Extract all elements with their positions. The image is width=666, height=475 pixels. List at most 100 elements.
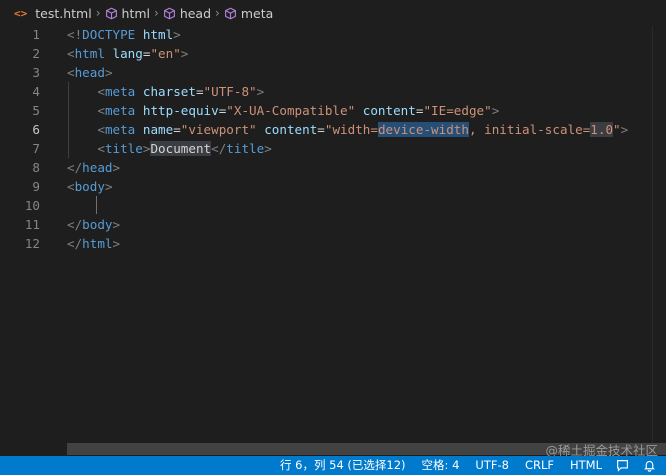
vertical-scrollbar[interactable] bbox=[652, 26, 666, 443]
chevron-right-icon: › bbox=[154, 6, 159, 20]
code-line[interactable]: </html> bbox=[67, 234, 647, 253]
token: Document bbox=[150, 141, 212, 156]
text-cursor bbox=[96, 196, 97, 214]
token: > bbox=[491, 103, 500, 118]
line-number: 3 bbox=[32, 65, 40, 80]
token: "IE=edge" bbox=[423, 103, 492, 118]
token: 1.0 bbox=[590, 122, 614, 137]
token: charset bbox=[135, 84, 196, 99]
code-line-empty[interactable] bbox=[67, 196, 647, 215]
code-line[interactable]: </head> bbox=[67, 158, 647, 177]
token: < bbox=[67, 179, 75, 194]
line-number: 4 bbox=[32, 84, 40, 99]
indent-guide bbox=[68, 82, 69, 158]
token: "width= bbox=[324, 122, 378, 137]
token: > bbox=[180, 46, 189, 61]
symbol-cube-icon bbox=[163, 7, 175, 19]
code-line-active[interactable]: <meta name="viewport" content="width=dev… bbox=[67, 120, 647, 139]
line-number: 9 bbox=[32, 179, 40, 194]
token: name bbox=[135, 122, 174, 137]
token: > bbox=[104, 179, 113, 194]
token: "viewport" bbox=[180, 122, 257, 137]
code-line[interactable]: <html lang="en"> bbox=[67, 44, 647, 63]
chevron-right-icon: › bbox=[95, 6, 101, 20]
token: body bbox=[82, 217, 113, 232]
token: "en" bbox=[150, 46, 181, 61]
code-line[interactable]: <meta charset="UTF-8"> bbox=[67, 82, 647, 101]
token: html bbox=[82, 236, 113, 251]
token: < bbox=[67, 46, 75, 61]
code-line[interactable]: <body> bbox=[67, 177, 647, 196]
code-line[interactable]: <!DOCTYPE html> bbox=[67, 25, 647, 44]
indentation-setting[interactable]: 空格: 4 bbox=[422, 456, 460, 475]
status-bar: 行 6，列 54 (已选择12) 空格: 4 UTF-8 CRLF HTML bbox=[0, 456, 666, 475]
token: > bbox=[264, 141, 272, 156]
line-number-active: 6 bbox=[32, 122, 40, 137]
bell-icon[interactable] bbox=[643, 459, 656, 472]
line-number: 10 bbox=[24, 198, 40, 213]
token: <! bbox=[67, 27, 83, 42]
token: "X-UA-Compatible" bbox=[226, 103, 356, 118]
breadcrumb-label: head bbox=[179, 5, 212, 21]
token: body bbox=[74, 179, 105, 194]
token: </ bbox=[67, 236, 83, 251]
line-number-gutter: 1 2 3 4 5 6 7 8 9 10 11 12 bbox=[0, 25, 46, 253]
token: </ bbox=[67, 217, 83, 232]
token: > bbox=[173, 27, 181, 42]
token: meta bbox=[104, 122, 136, 137]
token: , initial-scale= bbox=[468, 122, 591, 137]
breadcrumb-label: html bbox=[121, 5, 150, 21]
token: head bbox=[82, 160, 113, 175]
code-line[interactable]: <head> bbox=[67, 63, 647, 82]
token: DOCTYPE bbox=[82, 27, 136, 42]
feedback-icon[interactable] bbox=[616, 459, 629, 472]
chevron-right-icon: › bbox=[215, 6, 220, 20]
token: < bbox=[97, 84, 105, 99]
token: > bbox=[256, 84, 265, 99]
token: > bbox=[112, 160, 121, 175]
token: < bbox=[67, 65, 75, 80]
token: </ bbox=[67, 160, 83, 175]
eol-setting[interactable]: CRLF bbox=[525, 456, 554, 475]
token: http-equiv bbox=[135, 103, 219, 118]
token: " bbox=[613, 122, 621, 137]
breadcrumb: <> test.html › html › head › meta bbox=[0, 0, 666, 26]
line-number: 11 bbox=[24, 217, 40, 232]
line-number: 5 bbox=[32, 103, 40, 118]
code-lines[interactable]: <!DOCTYPE html> <html lang="en"> <head> … bbox=[67, 25, 647, 253]
token: > bbox=[620, 122, 629, 137]
cursor-position[interactable]: 行 6，列 54 (已选择12) bbox=[280, 456, 406, 475]
token: meta bbox=[104, 84, 136, 99]
selected-text[interactable]: device-width bbox=[377, 122, 469, 137]
line-number: 2 bbox=[32, 46, 40, 61]
breadcrumb-label: test.html bbox=[35, 5, 92, 21]
symbol-cube-icon bbox=[224, 7, 236, 19]
code-line[interactable]: <meta http-equiv="X-UA-Compatible" conte… bbox=[67, 101, 647, 120]
line-number: 1 bbox=[32, 27, 40, 42]
line-number: 8 bbox=[32, 160, 40, 175]
encoding-setting[interactable]: UTF-8 bbox=[475, 456, 509, 475]
token: html bbox=[74, 46, 105, 61]
code-line[interactable]: <title>Document</title> bbox=[67, 139, 647, 158]
line-number: 12 bbox=[24, 236, 40, 251]
breadcrumb-item-head[interactable]: head bbox=[163, 6, 211, 21]
token: = bbox=[317, 122, 325, 137]
breadcrumb-label: meta bbox=[240, 5, 274, 21]
token: </ bbox=[211, 141, 227, 156]
token: < bbox=[97, 103, 105, 118]
token: content bbox=[256, 122, 318, 137]
line-number: 7 bbox=[32, 141, 40, 156]
token: head bbox=[74, 65, 105, 80]
language-mode[interactable]: HTML bbox=[570, 456, 602, 475]
breadcrumb-item-html[interactable]: html bbox=[105, 6, 150, 21]
token: title bbox=[226, 141, 265, 156]
token: title bbox=[104, 141, 143, 156]
breadcrumb-item-meta[interactable]: meta bbox=[224, 6, 273, 21]
code-editor[interactable]: 1 2 3 4 5 6 7 8 9 10 11 12 <!DOCTYPE htm… bbox=[0, 25, 666, 443]
breadcrumb-item-file[interactable]: <> test.html bbox=[14, 6, 92, 21]
token: "UTF-8" bbox=[203, 84, 257, 99]
token: = bbox=[173, 122, 181, 137]
code-line[interactable]: </body> bbox=[67, 215, 647, 234]
token: > bbox=[104, 65, 113, 80]
token: lang bbox=[104, 46, 143, 61]
